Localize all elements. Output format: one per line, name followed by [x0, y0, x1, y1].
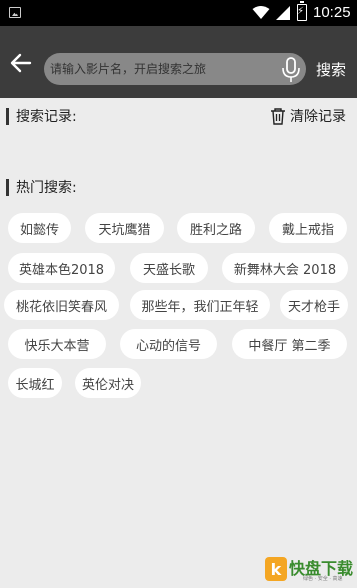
watermark-logo-mark: k	[265, 557, 287, 581]
hot-tag[interactable]: 胜利之路	[177, 213, 255, 243]
hot-tag[interactable]: 桃花依旧笑春风	[4, 290, 119, 320]
hot-tag[interactable]: 英伦对决	[75, 368, 141, 398]
arrow-left-icon[interactable]	[8, 50, 34, 76]
hot-tag[interactable]: 快乐大本营	[8, 329, 106, 359]
status-bar: 10:25	[0, 0, 357, 26]
hot-tag[interactable]: 如懿传	[8, 213, 71, 243]
watermark-slogan: 绿色 · 安全 · 高速	[303, 576, 343, 582]
hot-tag[interactable]: 那些年，我们正年轻	[130, 290, 270, 320]
hot-tag[interactable]: 中餐厅 第二季	[232, 329, 347, 359]
search-box	[44, 53, 306, 85]
clear-history-button[interactable]: 清除记录	[270, 106, 346, 126]
image-icon	[9, 7, 21, 18]
clear-history-label: 清除记录	[290, 109, 346, 125]
hot-search-header: 热门搜索:	[6, 177, 77, 197]
status-time: 10:25	[313, 4, 351, 21]
search-button[interactable]: 搜索	[316, 59, 346, 80]
section-marker	[6, 107, 9, 125]
search-history-title: 搜索记录:	[16, 109, 77, 125]
watermark-logo: k 快盘下载 绿色 · 安全 · 高速	[265, 555, 357, 585]
signal-icon	[276, 6, 290, 20]
hot-tag[interactable]: 天坑鹰猎	[85, 213, 164, 243]
wifi-icon	[252, 6, 270, 19]
search-toolbar: 搜索	[0, 26, 357, 98]
hot-tag[interactable]: 心动的信号	[120, 329, 217, 359]
search-history-header: 搜索记录:	[6, 106, 77, 126]
section-marker	[6, 178, 9, 196]
hot-tag[interactable]: 天才枪手	[280, 290, 348, 320]
hot-tag[interactable]: 长城红	[8, 368, 62, 398]
battery-charging-icon	[297, 1, 307, 21]
hot-search-title: 热门搜索:	[16, 180, 77, 196]
hot-tag[interactable]: 戴上戒指	[269, 213, 347, 243]
microphone-icon[interactable]	[280, 57, 302, 83]
trash-icon	[271, 107, 285, 125]
search-input[interactable]	[50, 53, 272, 85]
hot-tag[interactable]: 新舞林大会 2018	[222, 253, 348, 283]
hot-tag[interactable]: 英雄本色2018	[8, 253, 115, 283]
hot-tag[interactable]: 天盛长歌	[130, 253, 208, 283]
